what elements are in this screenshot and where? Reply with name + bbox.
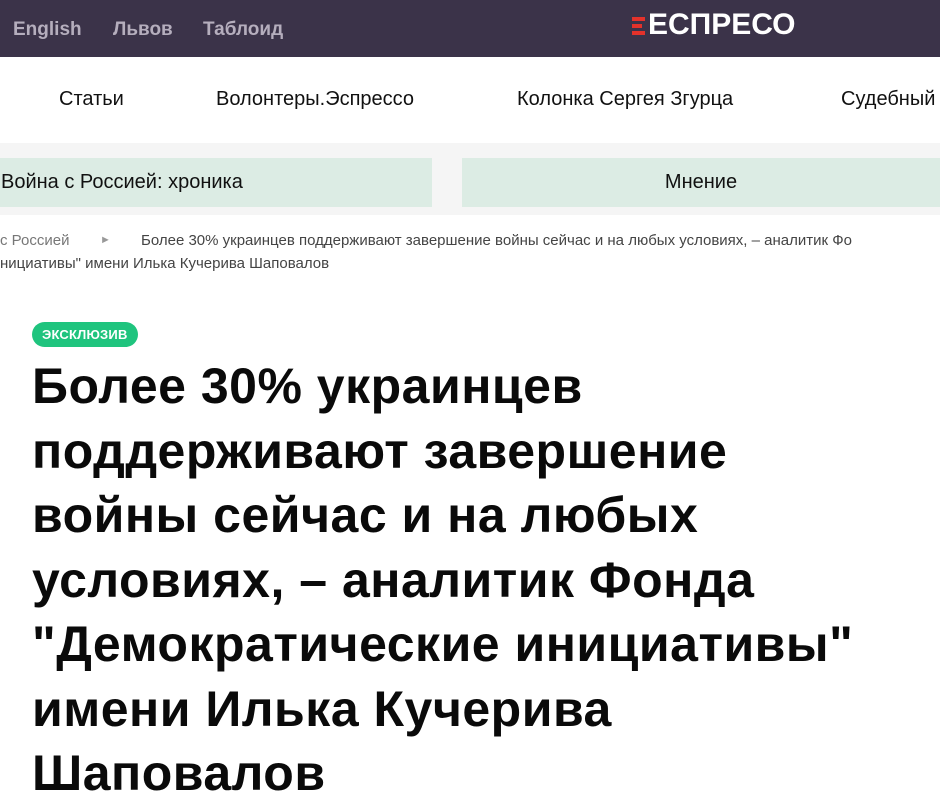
exclusive-badge: ЭКСКЛЮЗИВ — [32, 322, 138, 347]
main-nav: Статьи Волонтеры.Эспрессо Колонка Сергея… — [0, 57, 940, 144]
article-title: Более 30% украинцев поддерживают заверше… — [32, 354, 932, 806]
breadcrumb-parent[interactable]: с Россией — [0, 230, 69, 251]
lang-link-english[interactable]: English — [13, 19, 82, 41]
title-line: имени Илька Кучерива — [32, 680, 612, 737]
top-bar: English Львов Таблоид ЕСПРЕСО — [0, 0, 940, 57]
logo-mark-icon — [632, 13, 646, 37]
title-line: войны сейчас и на любых — [32, 487, 699, 543]
title-line: поддерживают завершение — [32, 422, 728, 479]
category-bar: Война с Россией: хроника Мнение — [0, 143, 940, 215]
category-war-chronicle[interactable]: Война с Россией: хроника — [0, 158, 432, 207]
title-line: "Демократические инициативы" — [32, 616, 854, 672]
logo-wordmark: ЕСПРЕСО — [648, 8, 796, 41]
edition-link-lviv[interactable]: Львов — [113, 19, 173, 41]
edition-link-tabloid[interactable]: Таблоид — [203, 19, 283, 41]
breadcrumb-arrow-icon: ► — [100, 234, 111, 246]
breadcrumb-current: Более 30% украинцев поддерживают заверше… — [141, 232, 852, 249]
nav-item-volunteers[interactable]: Волонтеры.Эспрессо — [216, 88, 414, 111]
nav-item-court[interactable]: Судебный — [841, 88, 935, 111]
breadcrumb-current-continued: нициативы" имени Илька Кучерива Шаповало… — [0, 255, 330, 272]
title-line: условиях, – аналитик Фонда — [32, 551, 755, 608]
title-line: Более 30% украинцев — [32, 358, 583, 414]
nav-item-articles[interactable]: Статьи — [59, 88, 124, 111]
category-opinion[interactable]: Мнение — [462, 158, 940, 207]
site-logo[interactable]: ЕСПРЕСО — [632, 8, 796, 42]
nav-item-zgurets-column[interactable]: Колонка Сергея Згурца — [517, 88, 733, 111]
